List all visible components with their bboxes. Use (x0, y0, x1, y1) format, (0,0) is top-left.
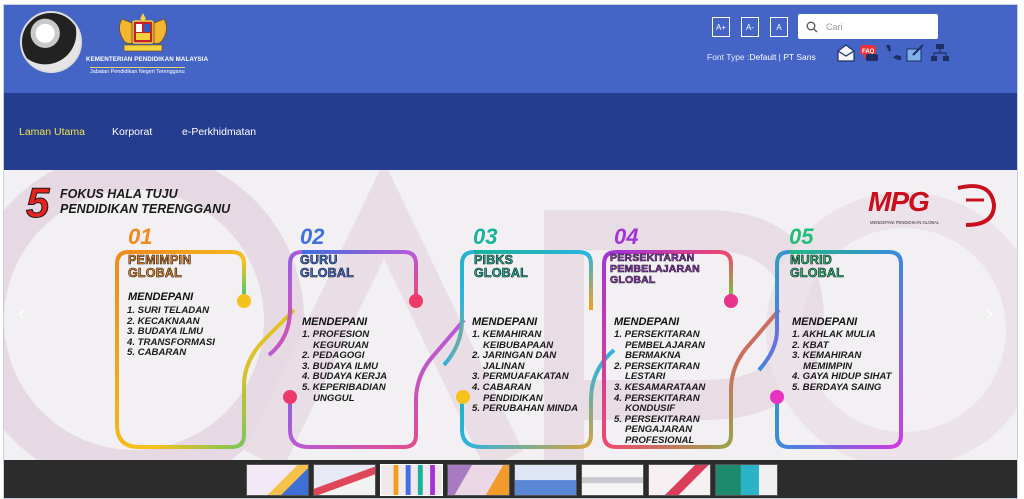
font-type-label: Font Type : (707, 52, 750, 62)
font-reset-button[interactable]: A (770, 17, 788, 37)
font-increase-button[interactable]: A+ (712, 17, 730, 37)
nav-e-perkhidmatan[interactable]: e-Perkhidmatan (182, 126, 256, 138)
nav-korporat[interactable]: Korporat (112, 126, 152, 138)
list-item: 1. SURI TELADAN (127, 305, 210, 316)
focus-5-title-line2: GLOBAL (790, 266, 844, 280)
focus-1-list: 1. SURI TELADAN 2. KECAKNAAN 3. BUDAYA I… (127, 305, 215, 359)
focus-2-title-line2: GLOBAL (300, 266, 354, 280)
focus-5-heading: MENDEPANI (792, 316, 858, 328)
focus-3-title-line2: GLOBAL (474, 266, 528, 280)
focus-3-title-line1: PIBKS (474, 253, 514, 267)
list-item: 1. PROFESION KEGURUAN (302, 329, 370, 351)
focus-1-number: 01 (128, 224, 153, 249)
font-option-default[interactable]: Default (749, 52, 776, 62)
slide-thumbnail-1[interactable] (246, 464, 309, 496)
focus-4-title-line1: PERSEKITARAN (610, 252, 695, 264)
slide-thumbnail-2[interactable] (313, 464, 376, 496)
list-item: 5. PERUBAHAN MINDA (472, 403, 579, 415)
list-item: 5. PERSEKITARAN PENGAJARAN PROFESIONAL (614, 413, 700, 446)
list-item: 5. BERDAYA SAING (792, 381, 882, 393)
slide-thumbnail-7[interactable] (648, 464, 711, 496)
list-item: 4. PERSEKITARAN KONDUSIF (614, 392, 700, 415)
focus-4-title-line2: PEMBELAJARAN (610, 263, 700, 275)
list-item: 1. AKHLAK MULIA (792, 329, 876, 340)
focus-1-title-line2: GLOBAL (128, 266, 182, 280)
sitemap-icon[interactable] (930, 43, 950, 63)
focus-3-heading: MENDEPANI (472, 316, 538, 328)
phone-icon[interactable] (882, 43, 902, 63)
font-decrease-button[interactable]: A- (741, 17, 759, 37)
slide-thumbnail-8[interactable] (715, 464, 778, 496)
focus-4-title-line3: GLOBAL (610, 274, 656, 286)
main-nav: Laman Utama Korporat e-Perkhidmatan (4, 93, 1017, 170)
slide-thumbnail-6[interactable] (581, 464, 644, 496)
list-item: 4. CABARAN PENDIDIKAN (472, 381, 543, 404)
feedback-icon[interactable] (905, 43, 925, 63)
focus-2-list: 1. PROFESION KEGURUAN 2. PEDAGOGI 3. BUD… (302, 329, 412, 404)
slide-thumbnail-4[interactable] (447, 464, 510, 496)
slide-thumbnail-5[interactable] (514, 464, 577, 496)
focus-2-title-line1: GURU (300, 253, 338, 267)
nav-laman-utama[interactable]: Laman Utama (19, 126, 85, 138)
list-item: 1. KEMAHIRAN KEIBUBAPAAN (472, 329, 554, 351)
hero-banner-slider[interactable]: ‹ › 5 FOKUS HALA TUJU PENDIDIKAN TERENGG… (4, 170, 1017, 460)
focus-3-list: 1. KEMAHIRAN KEIBUBAPAAN 2. JARINGAN DAN… (472, 329, 590, 415)
list-item: 1. PERSEKITARAN PEMBELAJARAN BERMAKNA (614, 329, 705, 362)
list-item: 2. JARINGAN DAN JALINAN (472, 350, 557, 372)
star-icon: ★ (37, 25, 52, 42)
email-icon[interactable] (836, 43, 856, 63)
ministry-name: KEMENTERIAN PENDIDIKAN MALAYSIA (86, 56, 209, 63)
focus-4-list: 1. PERSEKITARAN PEMBELAJARAN BERMAKNA 2.… (614, 329, 729, 447)
search-icon (806, 21, 818, 32)
focus-5-title-line1: MURID (790, 253, 832, 267)
list-item: 5. KEPERIBADIAN UNGGUL (302, 381, 386, 404)
slide-thumbnail-3[interactable] (380, 464, 443, 496)
faq-icon[interactable]: FAQ (859, 43, 879, 63)
site-header: ★ KEMENTERIAN PENDIDIKAN MALAYSIA Jabata… (4, 5, 1017, 93)
focus-4-heading: MENDEPANI (614, 316, 680, 328)
search-box[interactable] (798, 14, 938, 39)
focus-3-number: 03 (473, 224, 498, 249)
list-item: 2. PERSEKITARAN LESTARI (614, 360, 700, 383)
focus-2-number: 02 (300, 224, 325, 249)
list-item: 3. KEMAHIRAN MEMIMPIN (792, 350, 862, 372)
slider-thumbnail-strip (4, 460, 1017, 498)
malaysia-coat-of-arms-icon (119, 13, 167, 52)
search-input[interactable] (826, 21, 926, 32)
font-type-selector: Font Type :Default | PT Sans (707, 52, 816, 62)
focus-4-number: 04 (614, 224, 639, 249)
focus-5-number: 05 (789, 224, 814, 249)
focus-5-list: 1. AKHLAK MULIA 2. KBAT 3. KEMAHIRAN MEM… (792, 329, 897, 394)
focus-2-heading: MENDEPANI (302, 316, 368, 328)
font-option-pt-sans[interactable]: PT Sans (783, 52, 815, 62)
focus-1-title-line1: PEMIMPIN (128, 253, 192, 267)
list-item: 3. KESAMARATAAN (614, 381, 706, 393)
department-name: Jabatan Pendidikan Negeri Terengganu (90, 67, 185, 75)
list-item: 5. CABARAN (127, 347, 187, 359)
focus-1-heading: MENDEPANI (128, 291, 194, 303)
browser-viewport: ★ KEMENTERIAN PENDIDIKAN MALAYSIA Jabata… (3, 4, 1018, 499)
